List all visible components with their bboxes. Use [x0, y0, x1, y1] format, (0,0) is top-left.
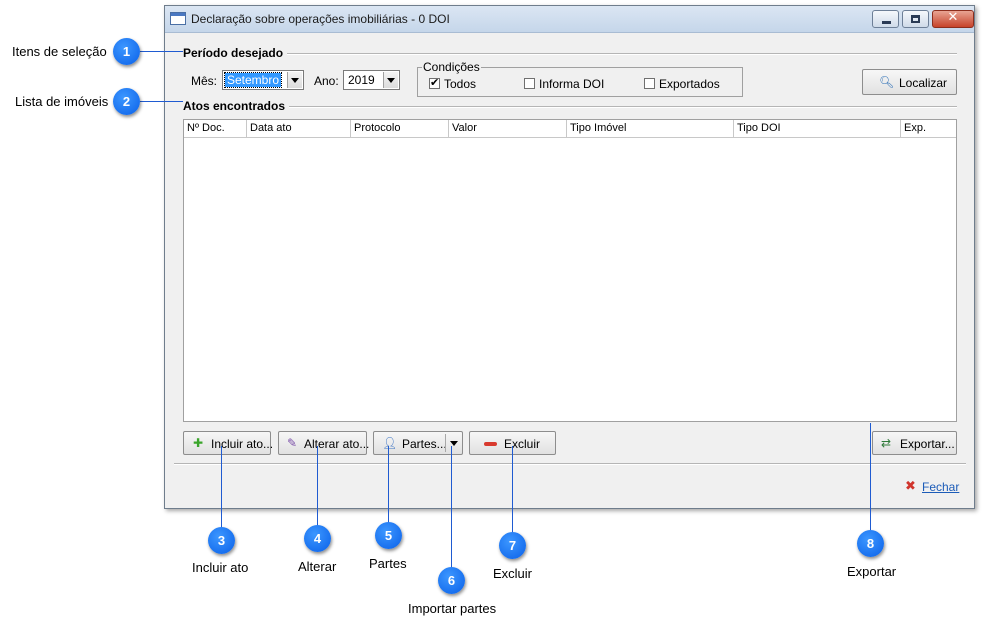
- mes-value: Setembro: [223, 72, 283, 88]
- magnifier-icon: 🔍︎: [879, 75, 895, 89]
- callout-4-line: [317, 446, 318, 530]
- callout-5-line: [388, 446, 389, 526]
- window-app-icon: [170, 12, 186, 25]
- ano-value: 2019: [348, 73, 375, 87]
- localizar-button[interactable]: 🔍︎ Localizar: [862, 69, 957, 95]
- callout-7-line: [512, 446, 513, 534]
- localizar-label: Localizar: [899, 76, 948, 90]
- callout-2-badge: 2: [113, 88, 140, 115]
- callout-3-badge: 3: [208, 527, 235, 554]
- partes-label: Partes...: [402, 437, 447, 451]
- callout-8-badge: 8: [857, 530, 884, 557]
- exportados-checkbox[interactable]: [644, 78, 655, 89]
- condicoes-label: Condições: [422, 60, 481, 74]
- callout-3-text: Incluir ato: [192, 560, 249, 575]
- close-icon: ✕: [947, 10, 959, 25]
- mes-dropdown-icon[interactable]: [287, 72, 302, 88]
- incluir-ato-button[interactable]: ✚ Incluir ato...: [183, 431, 273, 455]
- callout-5-text: Partes: [369, 556, 407, 571]
- excluir-label: Excluir: [504, 437, 541, 451]
- maximize-button[interactable]: [902, 10, 929, 28]
- close-button[interactable]: ✕: [932, 10, 974, 28]
- fechar-link[interactable]: Fechar: [922, 480, 959, 494]
- callout-4-text: Alterar: [298, 559, 337, 574]
- bottom-separator: [174, 463, 966, 465]
- minus-icon: [484, 442, 497, 446]
- callout-2-line: [140, 101, 183, 102]
- callout-6-badge: 6: [438, 567, 465, 594]
- periodo-separator: [183, 53, 957, 55]
- title-bar[interactable]: Declaração sobre operações imobiliárias …: [165, 6, 974, 33]
- exportados-label: Exportados: [659, 77, 720, 91]
- callout-7-badge: 7: [499, 532, 526, 559]
- callout-1-badge: 1: [113, 38, 140, 65]
- plus-icon: ✚: [192, 436, 204, 450]
- col-header-tipo-imovel[interactable]: Tipo Imóvel: [567, 120, 734, 137]
- atos-grid[interactable]: Nº Doc. Data ato Protocolo Valor Tipo Im…: [183, 119, 957, 422]
- ano-dropdown-icon[interactable]: [383, 72, 398, 88]
- callout-2-text: Lista de imóveis: [15, 94, 109, 109]
- close-x-icon: ✖: [905, 479, 916, 494]
- col-header-protocolo[interactable]: Protocolo: [351, 120, 449, 137]
- callout-3-line: [221, 446, 222, 530]
- grid-header: Nº Doc. Data ato Protocolo Valor Tipo Im…: [184, 120, 956, 138]
- col-header-exp[interactable]: Exp.: [901, 120, 956, 137]
- atos-label: Atos encontrados: [183, 99, 290, 113]
- callout-1-text: Itens de seleção: [12, 44, 107, 59]
- col-header-valor[interactable]: Valor: [449, 120, 567, 137]
- partes-dropdown-arrow[interactable]: [446, 432, 462, 454]
- todos-label: Todos: [444, 77, 477, 91]
- pencil-icon: ✎: [286, 436, 298, 450]
- callout-8-text: Exportar: [847, 564, 897, 579]
- export-icon: ⇄: [880, 436, 892, 450]
- alterar-ato-label: Alterar ato...: [304, 437, 370, 451]
- callout-6-line: [451, 446, 452, 570]
- callout-6-text: Importar partes: [408, 601, 497, 616]
- periodo-label: Período desejado: [183, 46, 288, 60]
- alterar-ato-button[interactable]: ✎ Alterar ato...: [278, 431, 370, 455]
- minimize-icon: [882, 21, 891, 24]
- mes-label: Mês:: [191, 74, 218, 88]
- col-header-tipo-doi[interactable]: Tipo DOI: [734, 120, 901, 137]
- callout-4-badge: 4: [304, 525, 331, 552]
- callout-1-line: [140, 51, 183, 52]
- ano-select[interactable]: 2019: [343, 70, 400, 90]
- minimize-button[interactable]: [872, 10, 899, 28]
- mes-select[interactable]: Setembro: [222, 70, 304, 90]
- exportar-label: Exportar...: [900, 437, 955, 451]
- callout-8-line: [870, 423, 871, 530]
- informa-doi-checkbox[interactable]: [524, 78, 535, 89]
- ano-label: Ano:: [314, 74, 339, 88]
- informa-doi-label: Informa DOI: [539, 77, 605, 91]
- todos-checkbox[interactable]: [429, 76, 440, 89]
- window-title: Declaração sobre operações imobiliárias …: [191, 12, 450, 26]
- callout-5-badge: 5: [375, 522, 402, 549]
- person-icon: 👤︎: [382, 436, 398, 450]
- callout-7-text: Excluir: [493, 566, 533, 581]
- maximize-icon: [911, 15, 920, 23]
- col-header-doc[interactable]: Nº Doc.: [184, 120, 247, 137]
- partes-button[interactable]: 👤︎ Partes...: [373, 431, 463, 455]
- exportar-button[interactable]: ⇄ Exportar...: [872, 431, 957, 455]
- atos-separator: [183, 106, 957, 108]
- col-header-data[interactable]: Data ato: [247, 120, 351, 137]
